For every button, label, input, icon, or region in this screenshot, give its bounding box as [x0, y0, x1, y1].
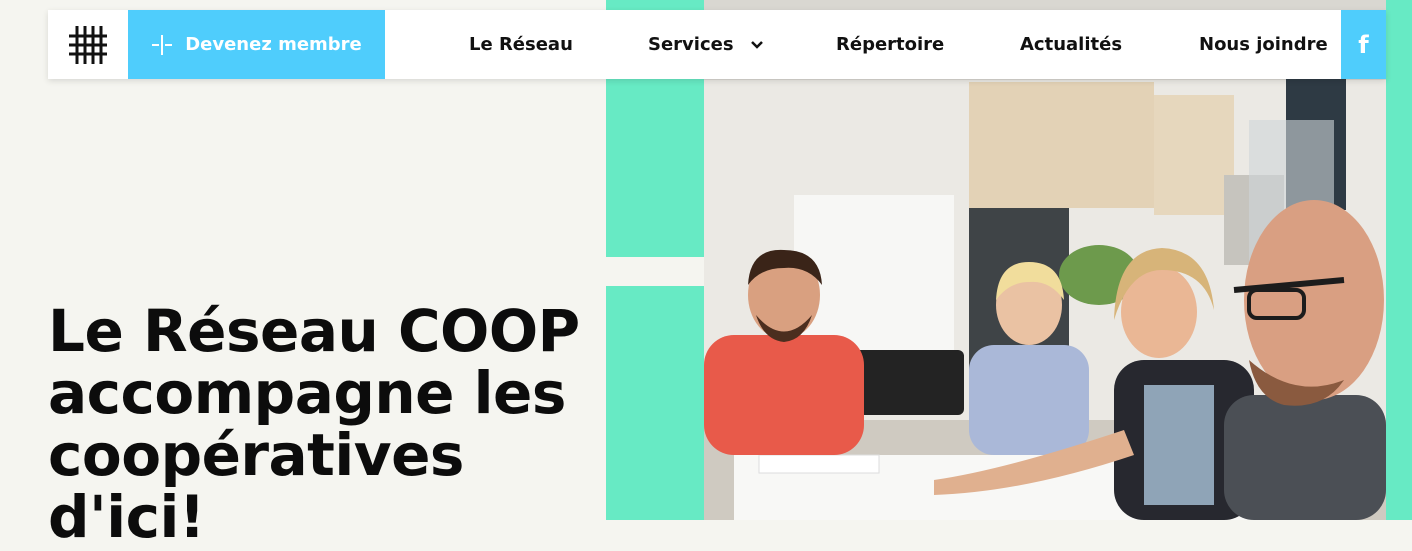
nav-item-label: Le Réseau	[469, 34, 573, 55]
nav-item-le-reseau[interactable]: Le Réseau	[469, 10, 573, 79]
nav-item-label: Répertoire	[836, 34, 945, 55]
logo[interactable]	[48, 10, 128, 79]
nav-item-repertoire[interactable]: Répertoire	[836, 10, 944, 79]
facebook-icon: f	[1358, 30, 1369, 59]
navbar: Devenez membre Le Réseau Services Répert…	[48, 10, 1386, 79]
nav-item-services[interactable]: Services	[648, 10, 764, 79]
green-accent-block-bottom	[606, 286, 704, 520]
nav-item-label: Services	[648, 34, 734, 55]
nav-item-label: Nous joindre	[1199, 34, 1328, 55]
plus-bracket-icon	[152, 34, 173, 55]
nav-item-nous-joindre[interactable]: Nous joindre	[1199, 10, 1328, 79]
chevron-down-icon	[750, 40, 763, 49]
become-member-label: Devenez membre	[185, 34, 362, 55]
hashtag-logo-icon	[69, 25, 107, 64]
nav-item-label: Actualités	[1020, 34, 1123, 55]
green-accent-strip-right	[1386, 0, 1412, 520]
become-member-button[interactable]: Devenez membre	[128, 10, 385, 79]
hero-headline: Le Réseau COOP accompagne les coopérativ…	[48, 297, 580, 551]
nav-item-actualites[interactable]: Actualités	[1020, 10, 1122, 79]
facebook-button[interactable]: f	[1341, 10, 1386, 79]
